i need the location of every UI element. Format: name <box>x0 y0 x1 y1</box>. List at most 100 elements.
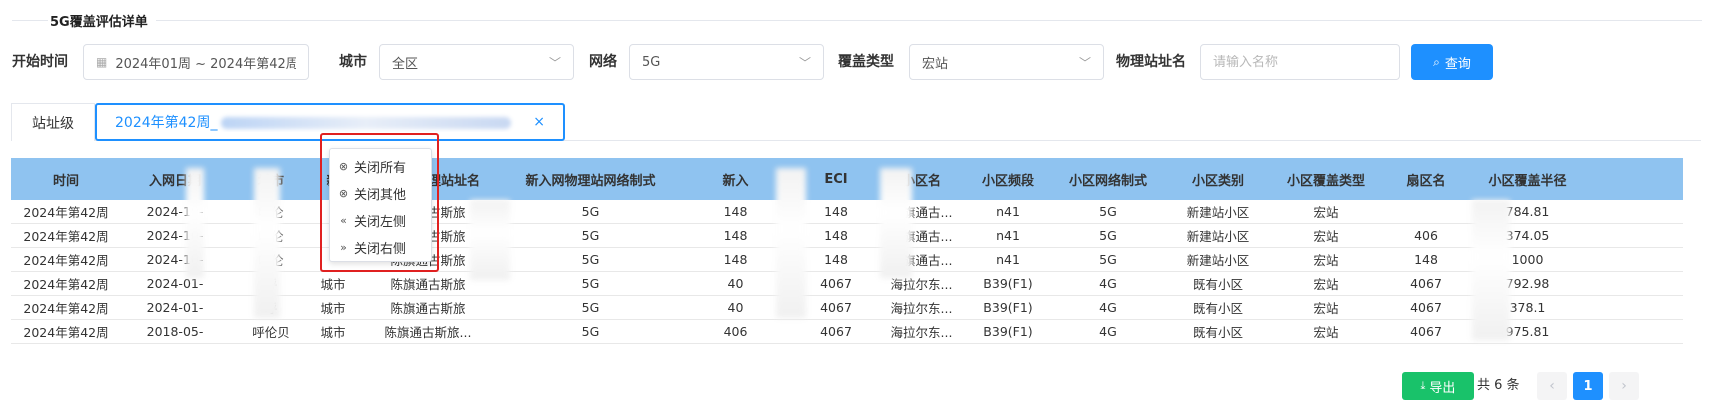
table-cell: 2024-10- <box>146 228 204 243</box>
chevron-down-icon: ﹀ <box>798 55 811 70</box>
redaction-blot <box>470 200 510 280</box>
table-cell: 2018-05- <box>146 324 204 339</box>
query-button[interactable]: ⌕ 查询 <box>1411 44 1493 80</box>
table-cell: 4067 <box>1410 276 1442 291</box>
next-page-button[interactable]: › <box>1609 372 1639 400</box>
table-cell: 5G <box>581 228 600 243</box>
table-cell: 406 <box>723 324 748 339</box>
table-cell: n41 <box>996 228 1020 243</box>
page-number-current[interactable]: 1 <box>1573 372 1603 400</box>
download-icon: ⤓ <box>1420 379 1426 392</box>
table-cell: 4G <box>1099 276 1117 291</box>
network-value: 5G <box>642 54 661 70</box>
city-value: 全区 <box>392 56 419 72</box>
table-cell: 陈旗通古斯旅... <box>384 325 472 340</box>
table-cell: 宏站 <box>1313 277 1339 292</box>
section-header: 5G覆盖评估详单 <box>12 12 1702 30</box>
redaction-blot <box>776 168 806 318</box>
chevron-down-icon: ﹀ <box>548 55 561 70</box>
redaction-blot <box>186 168 204 278</box>
city-label: 城市 <box>339 54 367 70</box>
close-icon[interactable]: × <box>533 114 545 130</box>
filter-bar: 开始时间 ▦ 2024年01周 ~ 2024年第42周 城市 全区 ﹀ 网络 5… <box>12 44 1702 80</box>
table-cell: 宏站 <box>1313 301 1339 316</box>
site-name-label: 物理站址名 <box>1116 54 1186 70</box>
table-row[interactable]: 2024年第42周 2018-05- 呼伦贝 城市 陈旗通古斯旅... 5G 406 4067… <box>11 320 1683 344</box>
total-count: 共 6 条 <box>1477 378 1520 393</box>
column-header: 入网日期 <box>148 173 201 189</box>
table-cell: 2024年第42周 <box>23 205 109 220</box>
column-header: 扇区名 <box>1406 173 1446 189</box>
table-cell: 城市 <box>320 301 346 316</box>
column-header: 小区覆盖类型 <box>1286 173 1365 189</box>
table-cell: 4G <box>1099 300 1117 315</box>
highlight-box <box>320 133 439 272</box>
table-cell: 宏站 <box>1313 325 1339 340</box>
redaction-blot <box>254 168 280 318</box>
calendar-icon: ▦ <box>96 55 108 69</box>
table-cell: 5G <box>581 300 600 315</box>
column-header: 小区覆盖半径 <box>1488 173 1567 189</box>
table-cell: 既有小区 <box>1192 301 1243 316</box>
column-header: 小区网络制式 <box>1068 173 1147 189</box>
table-cell: 2024年第42周 <box>23 301 109 316</box>
table-cell: 2024-01- <box>146 276 204 291</box>
start-time-range-picker[interactable]: ▦ 2024年01周 ~ 2024年第42周 <box>83 44 309 80</box>
table-cell: 宏站 <box>1313 229 1339 244</box>
chevron-down-icon: ﹀ <box>1078 55 1091 70</box>
table-cell: n41 <box>996 204 1020 219</box>
table-cell: 5G <box>1099 228 1117 243</box>
table-cell: 新建站小区 <box>1186 253 1250 268</box>
network-label: 网络 <box>589 54 617 70</box>
table-cell: B39(F1) <box>983 300 1033 315</box>
tab-site-level[interactable]: 站址级 <box>11 103 95 141</box>
table-cell: 城市 <box>320 277 346 292</box>
table-cell: 406 <box>1414 228 1438 243</box>
table-cell: 4067 <box>820 324 852 339</box>
coverage-type-label: 覆盖类型 <box>838 54 894 70</box>
table-cell: 2024-10- <box>146 252 204 267</box>
table-cell: 5G <box>581 276 600 291</box>
column-header: 时间 <box>52 173 79 189</box>
table-cell: 宏站 <box>1313 205 1339 220</box>
table-cell: 5G <box>1099 252 1117 267</box>
redaction-blot <box>880 168 912 278</box>
table-cell: 5G <box>581 324 600 339</box>
start-time-label: 开始时间 <box>12 54 68 70</box>
table-cell: 2024-10- <box>146 204 204 219</box>
redaction-blot <box>1472 200 1510 340</box>
title-divider <box>155 19 1702 21</box>
site-name-input[interactable] <box>1213 54 1387 70</box>
redacted-text <box>221 117 512 129</box>
table-cell: 既有小区 <box>1192 277 1243 292</box>
table-cell: 宏站 <box>1313 253 1339 268</box>
table-cell: 呼伦贝 <box>252 325 290 340</box>
table-cell: B39(F1) <box>983 276 1033 291</box>
tab-label: 2024年第42周_ <box>115 112 533 132</box>
table-cell: 2024-01- <box>146 300 204 315</box>
column-header: 小区频段 <box>981 173 1034 189</box>
table-cell: 2024年第42周 <box>23 229 109 244</box>
table-cell: 既有小区 <box>1192 325 1243 340</box>
start-time-value: 2024年01周 ~ 2024年第42周 <box>115 56 296 72</box>
table-cell: 海拉尔东... <box>890 301 953 316</box>
city-select[interactable]: 全区 ﹀ <box>379 44 574 80</box>
table-cell: 2024年第42周 <box>23 325 109 340</box>
table-cell: 5G <box>581 252 600 267</box>
tab-bar: 站址级 2024年第42周_ × <box>11 103 1701 141</box>
chevron-left-icon: ‹ <box>1549 378 1555 394</box>
column-header: 小区类别 <box>1191 173 1244 189</box>
table-cell: 4G <box>1099 324 1117 339</box>
column-header: 新入网物理站网络制式 <box>525 173 656 189</box>
title-divider-left <box>12 20 48 21</box>
table-cell: 4067 <box>1410 324 1442 339</box>
coverage-type-select[interactable]: 宏站 ﹀ <box>909 44 1104 80</box>
network-select[interactable]: 5G ﹀ <box>629 44 824 80</box>
search-icon: ⌕ <box>1433 54 1440 69</box>
table-cell: 2024年第42周 <box>23 277 109 292</box>
export-button[interactable]: ⤓ 导出 <box>1402 372 1474 400</box>
site-name-field[interactable] <box>1200 44 1400 80</box>
prev-page-button[interactable]: ‹ <box>1537 372 1567 400</box>
table-cell: 城市 <box>320 325 346 340</box>
query-button-label: 查询 <box>1444 56 1471 72</box>
